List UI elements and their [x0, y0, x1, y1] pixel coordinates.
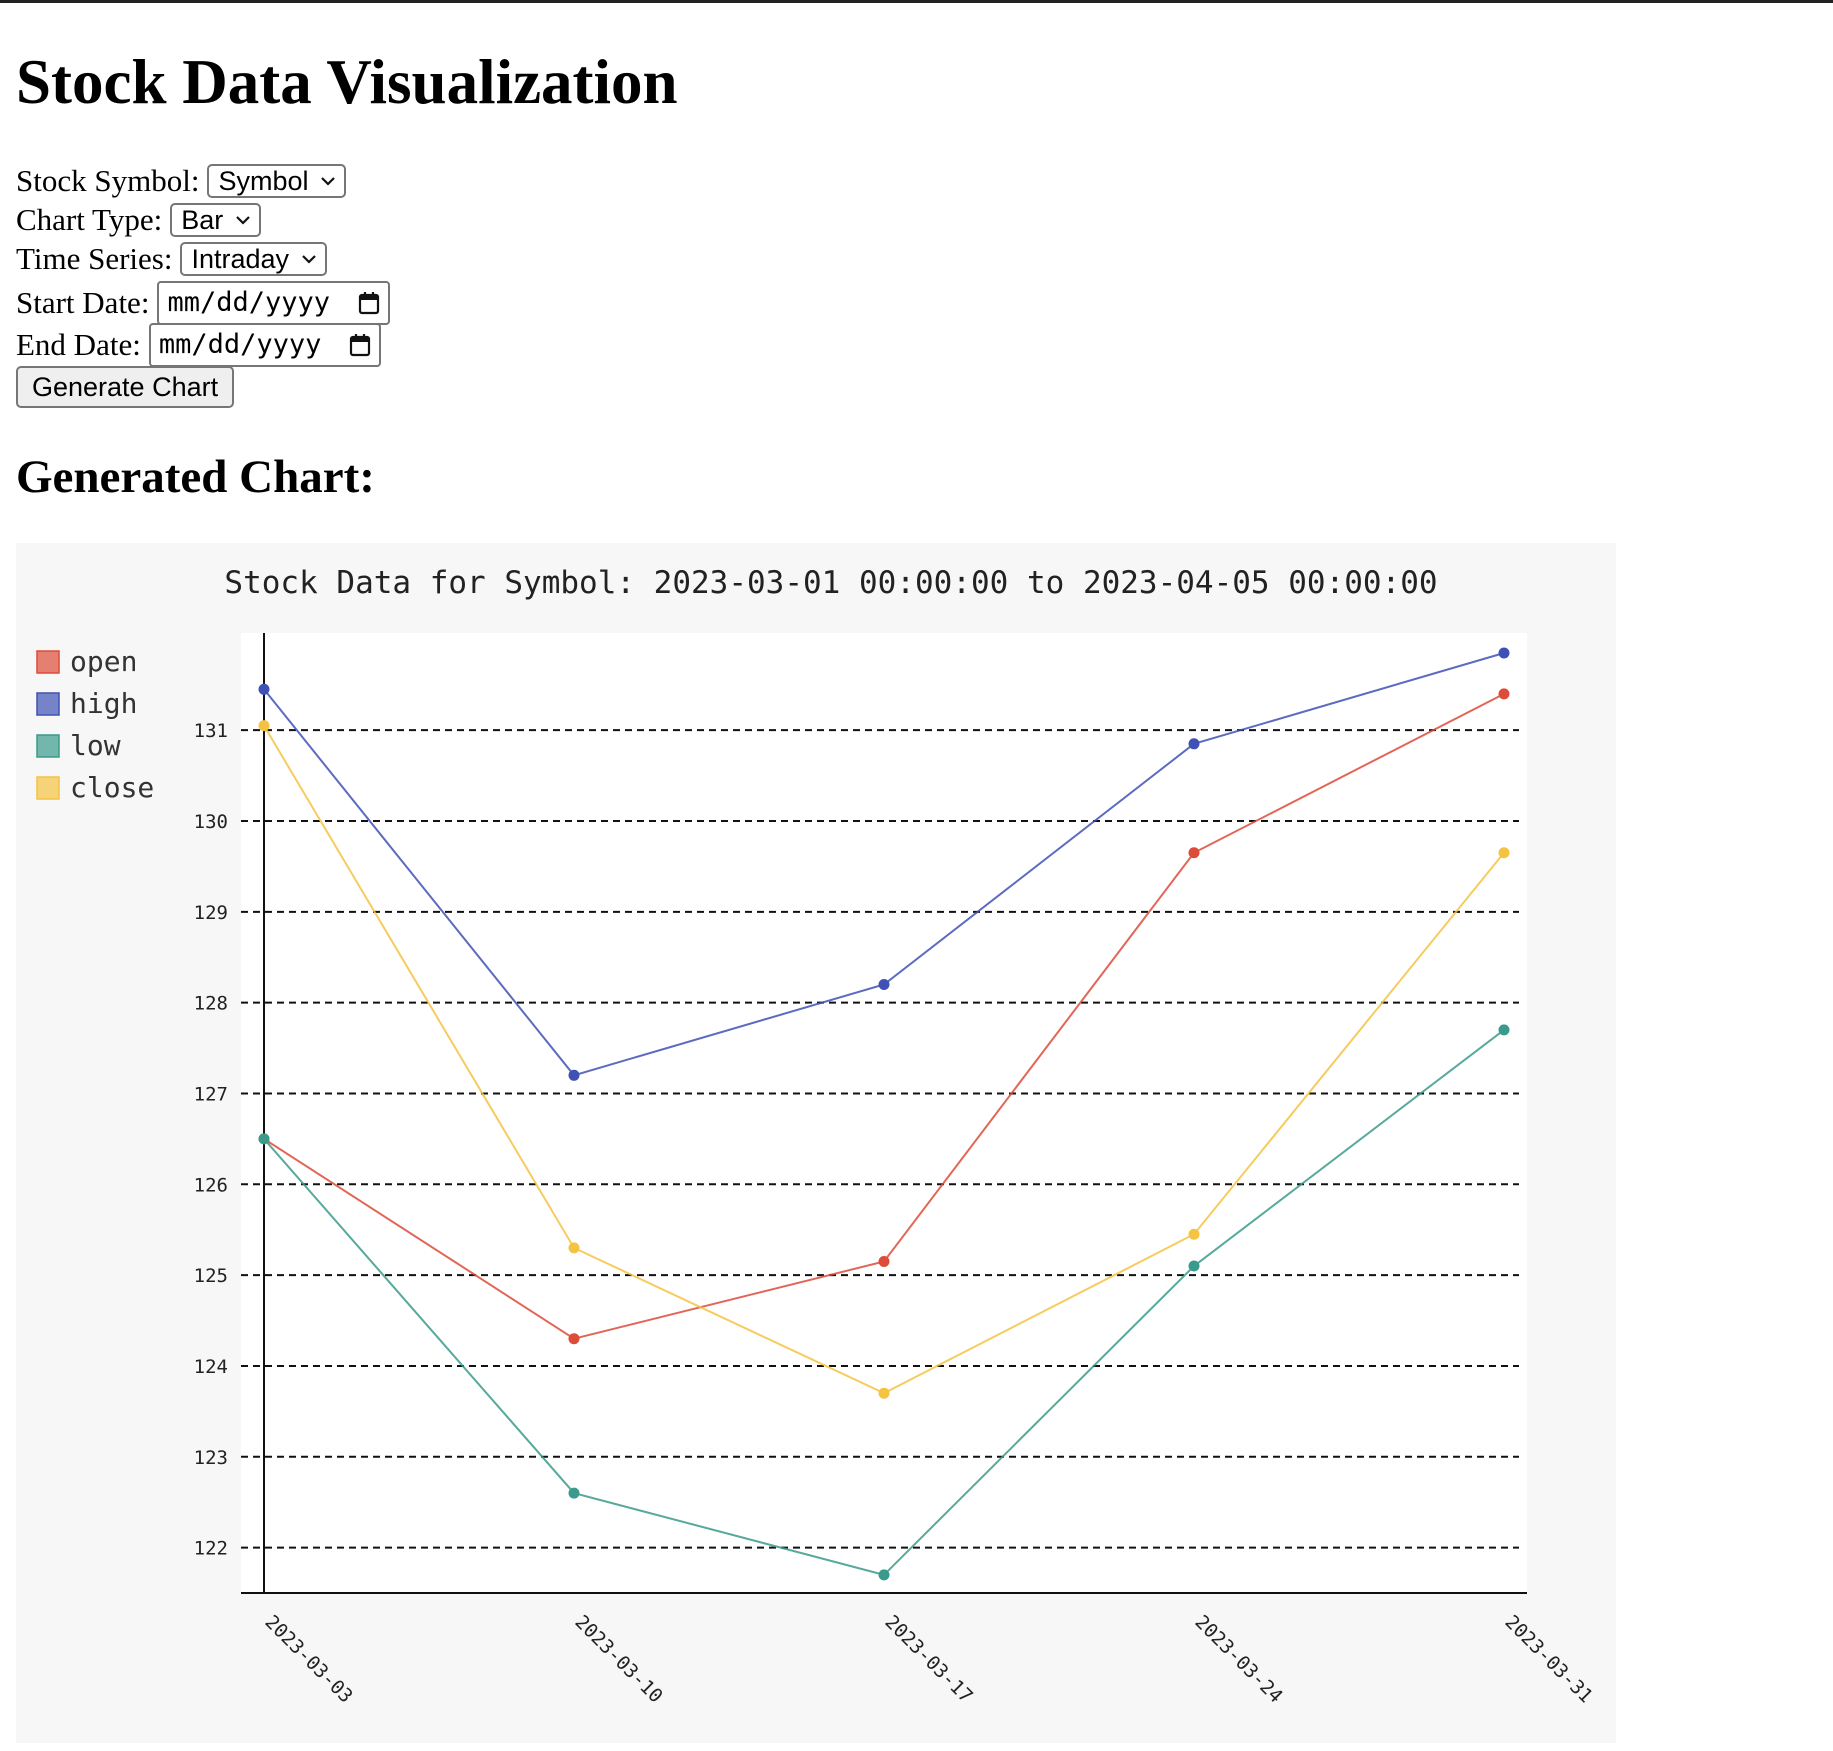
y-tick-label: 122 [194, 1538, 228, 1560]
y-tick-label: 131 [194, 720, 228, 742]
time-series-select[interactable]: Intraday [180, 242, 328, 276]
end-date-row: End Date: mm/dd/yyyy [16, 323, 382, 367]
time-series-row: Time Series: Intraday [16, 240, 328, 278]
y-tick-label: 126 [194, 1174, 228, 1196]
y-tick-label: 130 [194, 811, 228, 833]
start-date-label: Start Date: [16, 285, 150, 320]
chevron-down-icon [302, 255, 316, 264]
x-tick-label: 2023-03-24 [1190, 1611, 1286, 1707]
data-point-high [878, 978, 890, 990]
legend-label-high: high [70, 687, 137, 720]
data-point-high [1188, 738, 1200, 750]
y-tick-label: 128 [194, 993, 228, 1015]
page-title: Stock Data Visualization [16, 47, 678, 117]
time-series-label: Time Series: [16, 241, 173, 276]
legend-swatch-close [36, 776, 60, 800]
legend: open high low close [36, 645, 154, 804]
legend-label-low: low [70, 729, 121, 762]
data-point-close [878, 1387, 890, 1399]
data-point-close [258, 720, 270, 732]
data-point-low [568, 1487, 580, 1499]
chart-type-select[interactable]: Bar [170, 203, 262, 237]
calendar-icon[interactable] [349, 333, 371, 357]
calendar-icon[interactable] [358, 291, 380, 315]
x-tick-label: 2023-03-10 [570, 1611, 666, 1707]
data-point-open [1188, 847, 1200, 859]
data-point-close [1498, 847, 1510, 859]
chart-title: Stock Data for Symbol: 2023-03-01 00:00:… [224, 565, 1437, 601]
data-point-close [1188, 1228, 1200, 1240]
x-tick-label: 2023-03-17 [880, 1611, 976, 1707]
symbol-label: Stock Symbol: [16, 163, 200, 198]
end-date-label: End Date: [16, 327, 141, 362]
legend-swatch-open [36, 650, 60, 674]
data-point-low [1498, 1024, 1510, 1036]
chart-type-label: Chart Type: [16, 202, 163, 237]
start-date-row: Start Date: mm/dd/yyyy [16, 281, 390, 325]
section-title: Generated Chart: [16, 451, 375, 503]
legend-swatch-low [36, 734, 60, 758]
time-series-select-value: Intraday [191, 244, 290, 274]
data-point-low [258, 1133, 270, 1145]
data-point-high [258, 683, 270, 695]
data-point-high [1498, 647, 1510, 659]
chart-type-row: Chart Type: Bar [16, 201, 262, 239]
y-tick-label: 124 [194, 1356, 228, 1378]
y-tick-label: 129 [194, 902, 228, 924]
data-point-low [1188, 1260, 1200, 1272]
symbol-select[interactable]: Symbol [207, 164, 347, 198]
y-tick-label: 125 [194, 1265, 228, 1287]
symbol-row: Stock Symbol: Symbol [16, 162, 347, 200]
start-date-input[interactable]: mm/dd/yyyy [157, 281, 390, 325]
top-border [0, 0, 1833, 3]
data-point-open [878, 1255, 890, 1267]
chart-type-select-value: Bar [181, 205, 224, 235]
x-tick-label: 2023-03-31 [1500, 1611, 1596, 1707]
data-point-high [568, 1069, 580, 1081]
legend-label-open: open [70, 645, 137, 678]
legend-label-close: close [70, 771, 154, 804]
data-point-open [1498, 688, 1510, 700]
plot-area [241, 633, 1527, 1593]
chevron-down-icon [321, 177, 336, 186]
y-tick-label: 127 [194, 1083, 228, 1105]
y-tick-label: 123 [194, 1447, 228, 1469]
end-date-placeholder: mm/dd/yyyy [158, 329, 322, 360]
symbol-select-value: Symbol [218, 166, 309, 196]
x-tick-label: 2023-03-03 [260, 1611, 356, 1707]
legend-swatch-high [36, 692, 60, 716]
generate-chart-button[interactable]: Generate Chart [16, 366, 235, 408]
data-point-open [568, 1333, 580, 1345]
data-point-low [878, 1569, 890, 1581]
start-date-placeholder: mm/dd/yyyy [167, 287, 330, 318]
line-chart: Stock Data for Symbol: 2023-03-01 00:00:… [36, 565, 1597, 1707]
data-point-close [568, 1242, 580, 1254]
chevron-down-icon [236, 216, 251, 225]
end-date-input[interactable]: mm/dd/yyyy [148, 323, 382, 367]
chart-panel: Stock Data for Symbol: 2023-03-01 00:00:… [16, 543, 1616, 1743]
